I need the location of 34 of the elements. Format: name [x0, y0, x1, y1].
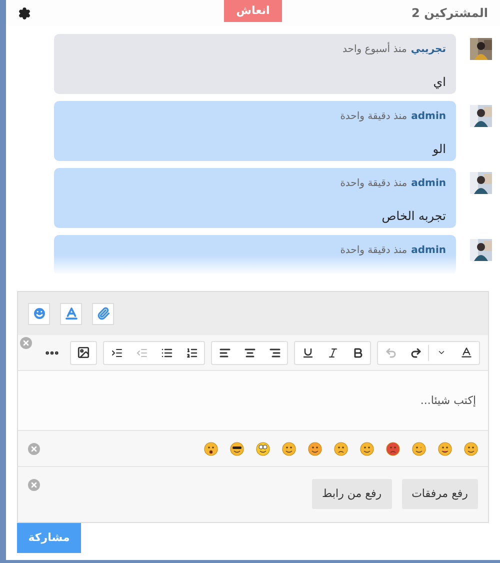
- message-time: منذ أسبوع واحد: [342, 42, 407, 57]
- message-text: اي: [432, 74, 446, 91]
- emoji-button[interactable]: [28, 302, 50, 324]
- author-name[interactable]: تجريبي: [410, 42, 446, 57]
- rolling-eyes-face-icon[interactable]: [256, 442, 270, 456]
- attachment-button[interactable]: [92, 302, 114, 324]
- sunglasses-face-icon[interactable]: [230, 442, 244, 456]
- message-editor[interactable]: إكتب شيئا...: [18, 371, 488, 431]
- tongue-face-icon[interactable]: [438, 442, 452, 456]
- smiley-icon: [32, 306, 46, 321]
- message-time: منذ دقيقة واحدة: [340, 244, 408, 258]
- share-button[interactable]: مشاركة: [17, 523, 81, 553]
- author-name[interactable]: admin: [411, 243, 446, 258]
- message-time: منذ دقيقة واحدة: [340, 110, 408, 124]
- wink-face-icon[interactable]: [412, 442, 426, 456]
- text-color-icon: [64, 306, 78, 321]
- message-text: تجربه الخاص: [380, 208, 446, 225]
- settings-icon[interactable]: [18, 6, 32, 20]
- author-name[interactable]: admin: [411, 176, 446, 191]
- surprised-face-icon[interactable]: [204, 442, 218, 456]
- message-input[interactable]: إكتب شيئا...: [30, 393, 476, 410]
- message-text: الو: [431, 141, 446, 158]
- smiley-icon[interactable]: [464, 442, 478, 456]
- upload-button[interactable]: رفع مرفقات: [402, 479, 478, 509]
- message-time: منذ دقيقة واحدة: [340, 177, 408, 191]
- text-format-button[interactable]: [60, 302, 82, 324]
- author-name[interactable]: admin: [411, 109, 446, 124]
- blush-face-icon[interactable]: [308, 442, 322, 456]
- paperclip-icon: [96, 307, 110, 320]
- refresh-button[interactable]: انعاش: [224, 0, 282, 22]
- upload-button[interactable]: رفع من رابط: [312, 479, 392, 509]
- participants-count: المشتركين 2: [410, 5, 488, 22]
- angry-face-icon[interactable]: [386, 442, 400, 456]
- sad-face-icon[interactable]: [334, 442, 348, 456]
